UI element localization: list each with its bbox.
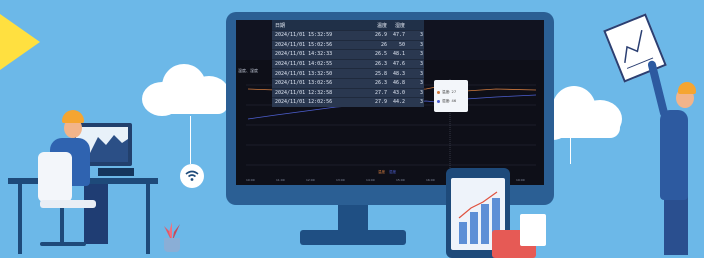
- table-row[interactable]: 2024/11/01 14:02:55 26.3 47.6 3: [272, 58, 424, 69]
- table-row[interactable]: 2024/11/01 15:02:56 26 50 3: [272, 39, 424, 50]
- cell-temp: 26.5: [374, 51, 387, 58]
- chair-base: [40, 242, 86, 246]
- document-icon: [520, 214, 546, 246]
- table-row[interactable]: 2024/11/01 14:32:33 26.5 48.1 3: [272, 49, 424, 59]
- chair-post: [60, 208, 64, 244]
- tooltip-temperature: 温度: 27: [442, 90, 457, 94]
- header-temperature: 温度: [376, 22, 387, 29]
- table-row[interactable]: 2024/11/01 13:02:56 26.3 46.8 3: [272, 77, 424, 88]
- helmet-icon: [62, 110, 84, 123]
- cell-humidity: 43.0: [392, 89, 405, 96]
- table-header: 日期 温度 湿度: [272, 20, 424, 30]
- cell-temp: 26.9: [374, 32, 387, 39]
- tooltip-humidity: 湿度: 46: [442, 99, 457, 103]
- cell-date: 2024/11/01 15:02:56: [275, 41, 333, 48]
- cell-humidity: 47.6: [392, 61, 405, 68]
- cell-count: 3: [419, 32, 423, 39]
- monitor-screen: 温度、湿度 10:00 11:00 12:00 13:00 14:00 15:00 16…: [236, 20, 544, 185]
- header-humidity: 湿度: [394, 22, 405, 29]
- cell-count: 3: [419, 70, 423, 77]
- cell-temp: 27.9: [374, 99, 387, 106]
- cell-humidity: 48.1: [392, 51, 405, 58]
- plant-pot: [164, 238, 180, 252]
- cell-humidity: 44.2: [392, 99, 405, 106]
- cell-humidity: 48.3: [392, 70, 405, 77]
- table-row[interactable]: 2024/11/01 15:32:59 26.9 47.7 3: [272, 30, 424, 40]
- cell-temp: 26.3: [374, 61, 387, 68]
- chart-legend: 温度 湿度: [378, 170, 396, 175]
- cell-temp: 26.3: [374, 80, 387, 87]
- keyboard: [98, 168, 134, 176]
- data-table: 日期 温度 湿度 2024/11/01 15:32:59 26.9 47.7 3 20…: [272, 20, 424, 107]
- worker-body-right: [660, 110, 688, 200]
- monitor-stand-neck: [338, 205, 368, 233]
- cell-humidity: 46.8: [392, 80, 405, 87]
- cell-temp: 27.7: [374, 89, 387, 96]
- svg-text:15:00: 15:00: [396, 178, 405, 182]
- cell-date: 2024/11/01 13:32:50: [275, 70, 333, 77]
- cell-count: 3: [419, 61, 423, 68]
- cell-date: 2024/11/01 14:02:55: [275, 61, 333, 68]
- header-date: 日期: [275, 22, 286, 29]
- cell-date: 2024/11/01 12:32:58: [275, 89, 333, 96]
- yellow-triangle-decoration: [0, 14, 40, 70]
- cell-count: 3: [419, 51, 423, 58]
- cell-count: 3: [419, 80, 423, 87]
- cell-date: 2024/11/01 13:02:56: [275, 80, 333, 87]
- svg-text:14:00: 14:00: [366, 178, 375, 182]
- monitor-stand-base: [300, 230, 406, 245]
- table-row[interactable]: 2024/11/01 12:32:58 27.7 43.0 3: [272, 87, 424, 98]
- desk-leg: [18, 182, 22, 254]
- chart-title: 温度、湿度: [238, 68, 258, 73]
- wifi-badge-left: [180, 164, 204, 188]
- chart-tooltip: 温度: 27 湿度: 46: [434, 80, 468, 112]
- cell-date: 2024/11/01 15:32:59: [275, 32, 333, 39]
- cell-date: 2024/11/01 12:02:56: [275, 99, 333, 106]
- svg-text:11:00: 11:00: [276, 178, 285, 182]
- svg-text:16:00: 16:00: [426, 178, 435, 182]
- cell-count: 3: [419, 99, 423, 106]
- cell-humidity: 50: [398, 41, 405, 48]
- worker-legs-right: [664, 195, 688, 255]
- cloud-left: [142, 60, 234, 116]
- wifi-icon: [185, 170, 199, 181]
- chair-seat: [40, 200, 96, 208]
- svg-text:19:00: 19:00: [516, 178, 525, 182]
- cell-temp: 25.8: [374, 70, 387, 77]
- desk-leg: [146, 182, 150, 254]
- svg-text:13:00: 13:00: [336, 178, 345, 182]
- legend-humidity: 湿度: [389, 170, 396, 174]
- cell-humidity: 47.7: [392, 32, 405, 39]
- legend-temperature: 温度: [378, 170, 385, 174]
- helmet-icon: [678, 82, 696, 94]
- svg-text:12:00: 12:00: [306, 178, 315, 182]
- cell-temp: 26: [380, 41, 387, 48]
- svg-text:10:00: 10:00: [246, 178, 255, 182]
- table-row[interactable]: 2024/11/01 13:32:50 25.8 48.3 3: [272, 68, 424, 78]
- worker-legs: [84, 184, 108, 244]
- cell-count: 3: [419, 89, 423, 96]
- cell-date: 2024/11/01 14:32:33: [275, 51, 333, 58]
- table-row[interactable]: 2024/11/01 12:02:56 27.9 44.2 3: [272, 97, 424, 107]
- chair-back: [38, 152, 72, 202]
- cell-count: 3: [419, 41, 423, 48]
